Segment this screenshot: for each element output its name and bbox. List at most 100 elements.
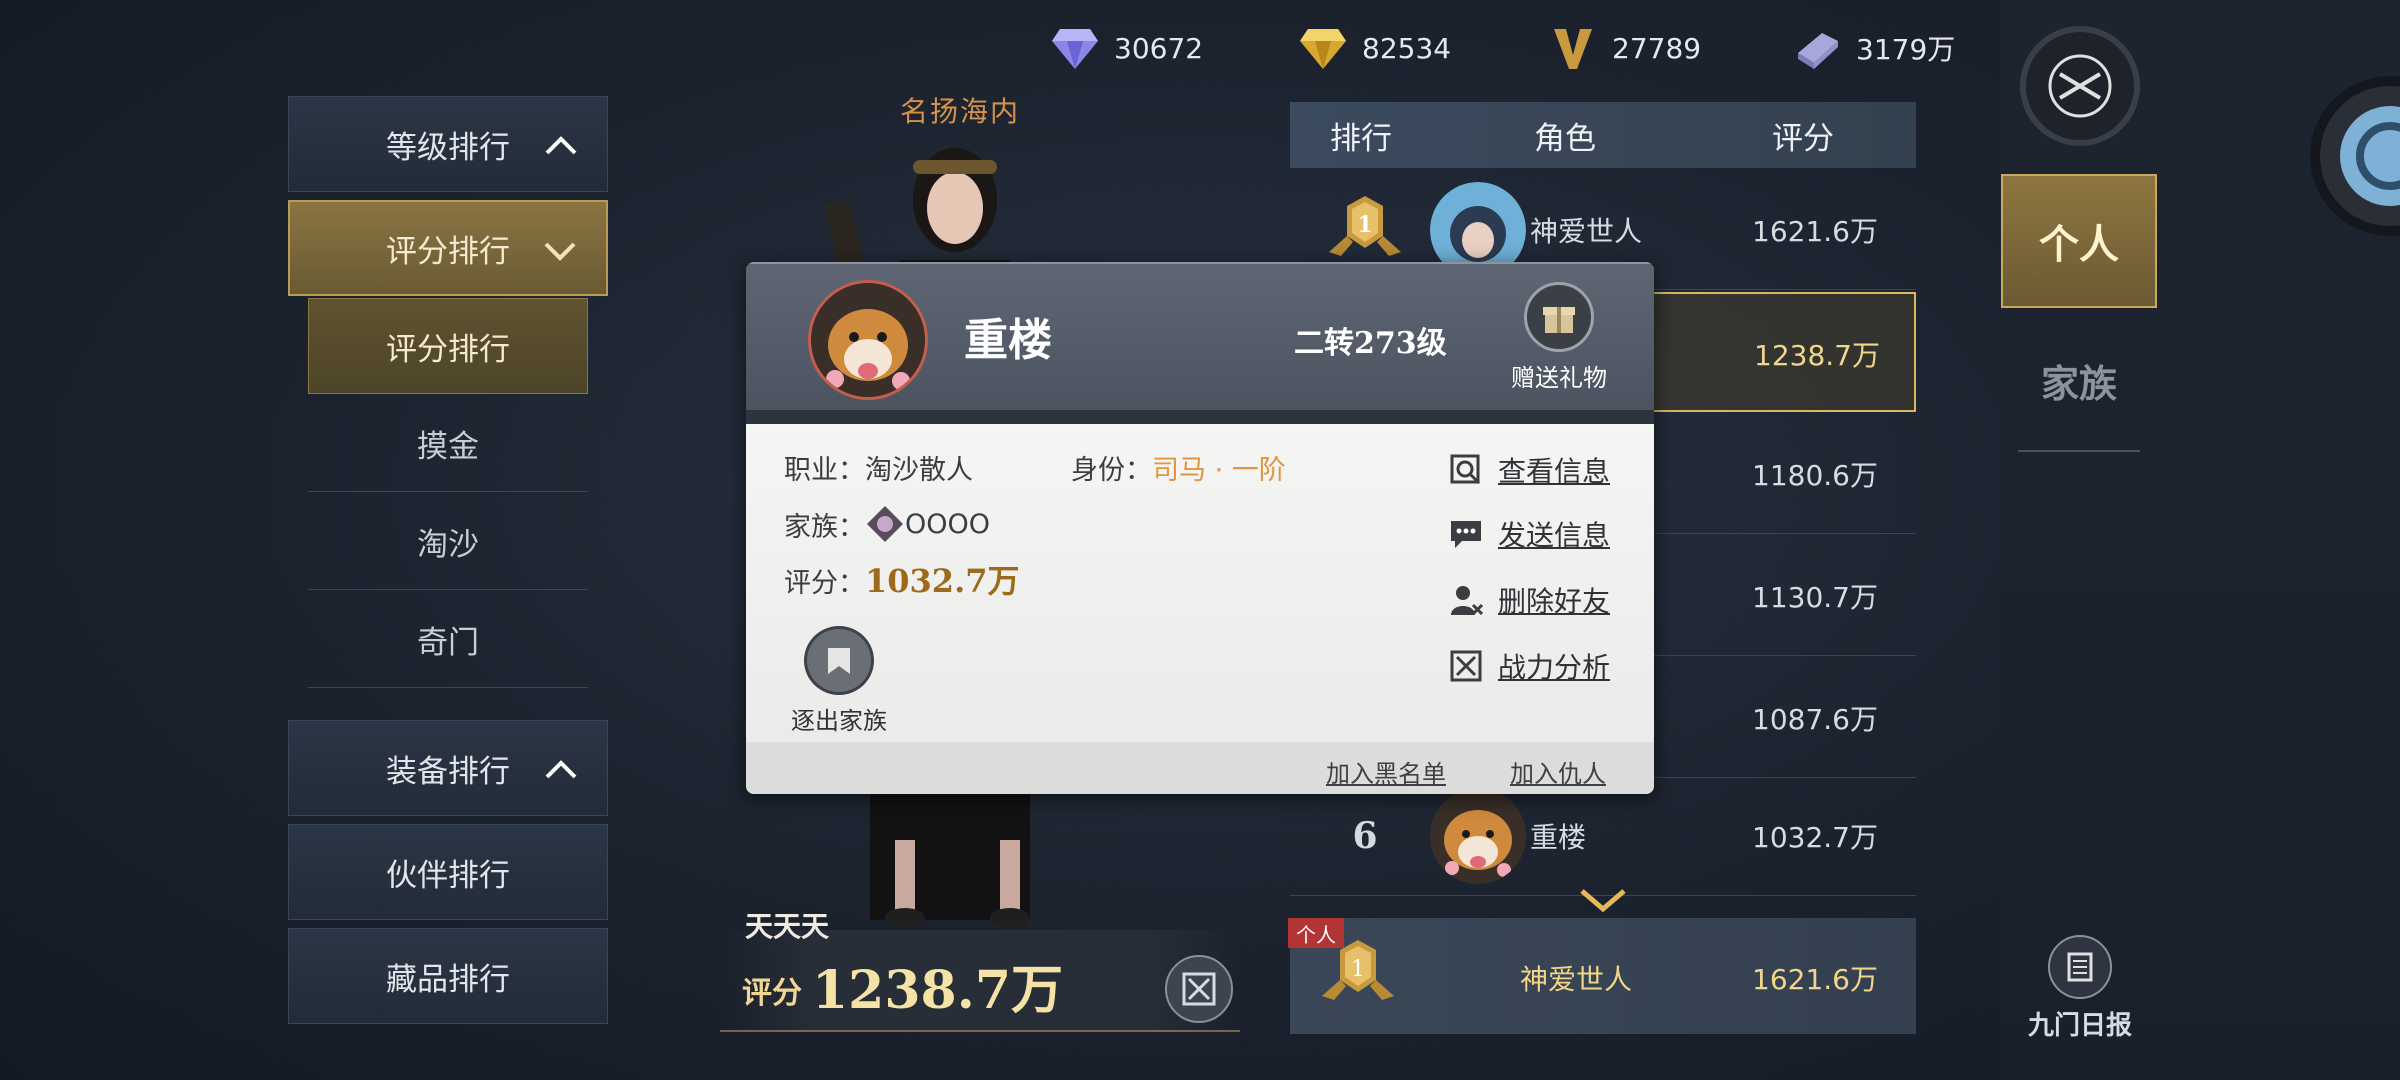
popup-player-name: 重楼 bbox=[964, 315, 1052, 366]
v-coin-icon bbox=[1548, 25, 1598, 71]
score-rank-label: 评分排行 bbox=[386, 233, 510, 270]
row-score: 1032.7万 bbox=[1752, 821, 1878, 854]
combat-analysis-button[interactable] bbox=[1165, 955, 1233, 1023]
send-gift-label: 赠送礼物 bbox=[1511, 364, 1607, 392]
ranking-table-header: 排行 角色 评分 bbox=[1290, 102, 1916, 168]
job-value: 淘沙散人 bbox=[865, 455, 973, 486]
character-title: 名扬海内 bbox=[900, 95, 1021, 128]
row-score: 1087.6万 bbox=[1752, 703, 1878, 736]
switch-button[interactable] bbox=[2020, 26, 2140, 146]
currency-value: 30672 bbox=[1114, 31, 1204, 65]
kick-from-family-button[interactable]: 逐出家族 bbox=[784, 626, 894, 736]
svg-text:1: 1 bbox=[1351, 957, 1365, 982]
currency-silver-ingot: 3179万 bbox=[1792, 24, 1955, 72]
currency-gold-diamond: 82534 bbox=[1298, 24, 1451, 72]
player-info-popup: 重楼 二转273级 赠送礼物 职业：淘沙散人 身份：司马 · 一阶 家族： OO… bbox=[746, 262, 1654, 794]
delete-friend-button[interactable]: 删除好友 bbox=[1446, 578, 1610, 622]
view-info-label: 查看信息 bbox=[1498, 455, 1611, 488]
row-rank: 6 bbox=[1352, 815, 1378, 857]
partner-rank-label: 伙伴排行 bbox=[386, 857, 510, 894]
header-score: 评分 bbox=[1772, 120, 1834, 157]
daily-report-button[interactable]: 九门日报 bbox=[2025, 935, 2135, 1055]
sub-item-label: 摸金 bbox=[417, 429, 479, 465]
sub-item-qimen[interactable]: 奇门 bbox=[308, 592, 588, 688]
family-label: 家族： bbox=[784, 511, 865, 543]
swap-arrows-icon bbox=[2048, 54, 2112, 118]
row-score: 1621.6万 bbox=[1752, 215, 1878, 248]
popup-score-label: 评分： bbox=[784, 568, 865, 599]
gift-icon bbox=[1524, 282, 1594, 352]
power-analysis-label: 战力分析 bbox=[1498, 651, 1611, 684]
tab-divider bbox=[2018, 450, 2140, 452]
avatar bbox=[808, 280, 928, 400]
delete-friend-label: 删除好友 bbox=[1498, 585, 1611, 618]
sub-item-label: 奇门 bbox=[417, 625, 479, 661]
scroll-down-icon[interactable] bbox=[1578, 885, 1628, 915]
crossed-swords-icon bbox=[1446, 646, 1486, 686]
gold-medal-icon: 1 bbox=[1320, 192, 1410, 268]
send-message-label: 发送信息 bbox=[1498, 519, 1611, 552]
character-score-label: 评分 bbox=[742, 976, 802, 1011]
my-name: 神爱世人 bbox=[1520, 963, 1633, 996]
family-value: OOOO bbox=[905, 508, 991, 540]
silver-ingot-icon bbox=[1792, 25, 1842, 71]
header-character: 角色 bbox=[1534, 120, 1596, 157]
character-score-value: 1238.7万 bbox=[812, 960, 1064, 1021]
add-to-blacklist-link[interactable]: 加入黑名单 bbox=[1326, 754, 1446, 789]
family-info: 家族： OOOO bbox=[784, 504, 990, 544]
player-name: 天天天 bbox=[745, 910, 830, 943]
family-emblem-icon bbox=[867, 506, 903, 542]
row-score: 1238.7万 bbox=[1754, 339, 1880, 372]
row-score: 1180.6万 bbox=[1752, 459, 1878, 492]
corner-menu-button[interactable] bbox=[2310, 76, 2400, 236]
svg-text:1: 1 bbox=[1357, 212, 1372, 238]
equip-rank-label: 装备排行 bbox=[386, 753, 510, 790]
sub-item-mojin[interactable]: 摸金 bbox=[308, 396, 588, 492]
power-analysis-button[interactable]: 战力分析 bbox=[1446, 644, 1610, 688]
collection-rank-label: 藏品排行 bbox=[386, 961, 510, 998]
currency-value: 27789 bbox=[1612, 31, 1702, 65]
row-name: 神爱世人 bbox=[1530, 215, 1643, 248]
level-rank-label: 等级排行 bbox=[386, 129, 510, 166]
level-rank-button[interactable]: 等级排行 bbox=[288, 96, 608, 192]
chat-bubble-icon bbox=[1446, 514, 1486, 554]
job-info: 职业：淘沙散人 bbox=[784, 448, 973, 487]
view-info-button[interactable]: 查看信息 bbox=[1446, 448, 1610, 492]
equip-rank-button[interactable]: 装备排行 bbox=[288, 720, 608, 816]
job-label: 职业： bbox=[784, 455, 865, 486]
table-row[interactable]: 6 重楼 1032.7万 bbox=[1290, 776, 1916, 896]
currency-value: 82534 bbox=[1362, 31, 1452, 65]
sub-item-label: 评分排行 bbox=[386, 331, 510, 368]
newspaper-icon bbox=[2048, 935, 2112, 999]
currency-v-coin: 27789 bbox=[1548, 24, 1701, 72]
tab-family[interactable]: 家族 bbox=[2001, 340, 2157, 420]
collection-rank-button[interactable]: 藏品排行 bbox=[288, 928, 608, 1024]
gold-medal-icon: 1 bbox=[1322, 940, 1394, 1000]
popup-score-value: 1032.7万 bbox=[865, 562, 1020, 600]
tab-personal[interactable]: 个人 bbox=[2001, 174, 2157, 308]
sub-item-score-rank[interactable]: 评分排行 bbox=[308, 298, 588, 394]
blue-diamond-icon bbox=[1050, 25, 1100, 71]
currency-value: 3179万 bbox=[1856, 33, 1956, 66]
identity-value: 司马 · 一阶 bbox=[1152, 455, 1286, 486]
sub-item-label: 淘沙 bbox=[417, 527, 479, 563]
partner-rank-button[interactable]: 伙伴排行 bbox=[288, 824, 608, 920]
score-rank-button[interactable]: 评分排行 bbox=[288, 200, 608, 296]
send-message-button[interactable]: 发送信息 bbox=[1446, 512, 1610, 556]
row-score: 1130.7万 bbox=[1752, 581, 1878, 614]
sub-item-taosha[interactable]: 淘沙 bbox=[308, 494, 588, 590]
add-to-enemy-link[interactable]: 加入仇人 bbox=[1510, 754, 1606, 789]
send-gift-button[interactable]: 赠送礼物 bbox=[1502, 282, 1616, 402]
chevron-down-icon bbox=[544, 242, 576, 261]
daily-report-label: 九门日报 bbox=[2027, 1011, 2132, 1041]
score-info: 评分：1032.7万 bbox=[784, 556, 1019, 602]
chevron-up-icon bbox=[545, 136, 577, 155]
currency-blue-diamond: 30672 bbox=[1050, 24, 1203, 72]
row-name: 重楼 bbox=[1530, 821, 1587, 854]
header-rank: 排行 bbox=[1330, 120, 1392, 157]
identity-info: 身份：司马 · 一阶 bbox=[1071, 448, 1286, 487]
crossed-swords-icon bbox=[1182, 972, 1216, 1006]
popup-player-level: 二转273级 bbox=[1294, 326, 1447, 361]
gold-diamond-icon bbox=[1298, 25, 1348, 71]
magnifier-icon bbox=[1446, 450, 1486, 490]
